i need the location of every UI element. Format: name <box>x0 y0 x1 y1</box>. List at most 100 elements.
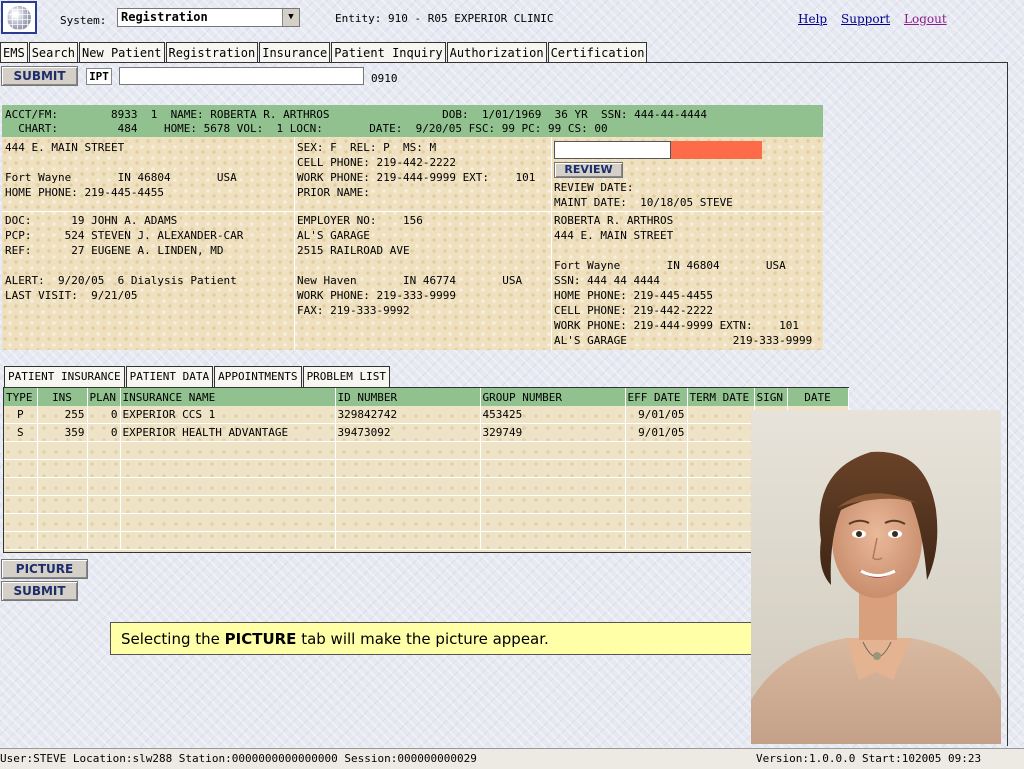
empty-cell <box>687 459 755 478</box>
col-plan: PLAN <box>87 388 121 406</box>
ipt-input[interactable] <box>119 67 364 85</box>
system-select[interactable]: Registration ▼ <box>117 8 300 27</box>
main-tabs: EMS Search New Patient Registration Insu… <box>0 42 648 62</box>
tab-problem-list[interactable]: PROBLEM LIST <box>302 366 391 387</box>
empty-cell <box>4 441 38 460</box>
empty-cell <box>480 495 626 514</box>
globe-icon <box>7 6 31 30</box>
empty-cell <box>625 459 688 478</box>
insurance-body: P 255 0 EXPERIOR CCS 1 329842742 453425 … <box>4 406 849 550</box>
cell-insurance-name: EXPERIOR CCS 1 <box>120 406 336 424</box>
submit-button-top[interactable]: SUBMIT <box>1 66 78 86</box>
empty-cell <box>335 459 481 478</box>
app-logo <box>1 1 37 34</box>
tab-insurance[interactable]: Insurance <box>259 42 331 62</box>
ipt-label: IPT <box>86 68 112 85</box>
empty-cell <box>335 531 481 550</box>
empty-cell <box>37 495 88 514</box>
support-link[interactable]: Support <box>841 12 890 26</box>
tab-authorization[interactable]: Authorization <box>446 42 547 62</box>
col-id-number: ID NUMBER <box>335 388 481 406</box>
cell-eff-date: 9/01/05 <box>625 423 688 442</box>
cell-eff-date: 9/01/05 <box>625 406 688 424</box>
employer-name: AL'S GARAGE <box>297 229 370 242</box>
submit-button-bottom[interactable]: SUBMIT <box>1 581 78 601</box>
empty-cell <box>87 513 121 532</box>
empty-cell <box>335 477 481 496</box>
cell-term-date <box>687 406 755 424</box>
guarantor-employer: AL'S GARAGE 219-333-9999 <box>554 334 813 347</box>
empty-cell <box>625 513 688 532</box>
employer-city: New Haven IN 46774 USA <box>297 274 523 287</box>
cell-term-date <box>687 423 755 442</box>
empty-cell <box>37 513 88 532</box>
tab-registration[interactable]: Registration <box>165 42 259 62</box>
facility-code: 0910 <box>371 72 398 85</box>
referring-line: REF: 27 EUGENE A. LINDEN, MD <box>5 244 224 257</box>
empty-cell <box>625 495 688 514</box>
patient-home-phone: HOME PHONE: 219-445-4455 <box>5 186 164 199</box>
tab-search[interactable]: Search <box>28 42 79 62</box>
col-ins: INS <box>37 388 88 406</box>
review-input[interactable] <box>554 141 671 159</box>
instruction-callout: Selecting the PICTURE tab will make the … <box>110 622 777 655</box>
col-type: TYPE <box>4 388 38 406</box>
cell-group-number: 329749 <box>480 423 626 442</box>
patient-subtabs: PATIENT INSURANCE PATIENT DATA APPOINTME… <box>4 366 391 387</box>
cell-group-number: 453425 <box>480 406 626 424</box>
review-button[interactable]: REVIEW <box>554 162 623 178</box>
empty-cell <box>480 531 626 550</box>
system-select-value: Registration <box>121 10 208 24</box>
empty-cell <box>335 441 481 460</box>
empty-cell <box>37 459 88 478</box>
empty-cell <box>37 477 88 496</box>
help-link[interactable]: Help <box>798 12 827 26</box>
patient-photo <box>751 410 1001 744</box>
empty-cell <box>87 495 121 514</box>
patient-portrait-image <box>751 451 1001 744</box>
table-row-empty <box>4 477 849 496</box>
empty-cell <box>625 441 688 460</box>
empty-cell <box>335 513 481 532</box>
insurance-header-row: TYPE INS PLAN INSURANCE NAME ID NUMBER G… <box>4 388 849 406</box>
guarantor-work-phone: WORK PHONE: 219-444-9999 EXTN: 101 <box>554 319 800 332</box>
employer-work-phone: WORK PHONE: 219-333-9999 <box>297 289 456 302</box>
card-divider <box>551 137 552 350</box>
col-sign: SIGN <box>754 388 788 406</box>
employer-number: EMPLOYER NO: 156 <box>297 214 423 227</box>
table-row-empty <box>4 531 849 550</box>
version-info: Version:1.0.0.0 Start:102005 09:23 <box>756 752 982 765</box>
empty-cell <box>687 441 755 460</box>
callout-suffix: tab will make the picture appear. <box>296 630 549 648</box>
empty-cell <box>625 531 688 550</box>
empty-cell <box>4 495 38 514</box>
patient-header-line-2: CHART: 484 HOME: 5678 VOL: 1 LOCN: DATE:… <box>5 122 608 135</box>
card-divider <box>2 211 823 212</box>
last-visit-line: LAST VISIT: 9/21/05 <box>5 289 138 302</box>
empty-cell <box>4 477 38 496</box>
callout-prefix: Selecting the <box>121 630 225 648</box>
cell-ins: 255 <box>37 406 88 424</box>
empty-cell <box>480 477 626 496</box>
empty-cell <box>87 531 121 550</box>
dropdown-arrow-icon[interactable]: ▼ <box>282 9 299 26</box>
tab-patient-inquiry[interactable]: Patient Inquiry <box>331 42 446 62</box>
patient-cell-phone: CELL PHONE: 219-442-2222 <box>297 156 456 169</box>
col-group-number: GROUP NUMBER <box>480 388 626 406</box>
logout-link[interactable]: Logout <box>904 12 947 26</box>
insurance-table: TYPE INS PLAN INSURANCE NAME ID NUMBER G… <box>4 388 849 550</box>
callout-bold: PICTURE <box>224 630 297 648</box>
picture-button[interactable]: PICTURE <box>1 559 88 579</box>
tab-new-patient[interactable]: New Patient <box>79 42 165 62</box>
tab-patient-insurance[interactable]: PATIENT INSURANCE <box>4 366 125 387</box>
tab-ems[interactable]: EMS <box>0 42 28 62</box>
empty-cell <box>120 495 336 514</box>
tab-appointments[interactable]: APPOINTMENTS <box>214 366 302 387</box>
table-row[interactable]: P 255 0 EXPERIOR CCS 1 329842742 453425 … <box>4 406 849 424</box>
empty-cell <box>480 513 626 532</box>
empty-cell <box>120 441 336 460</box>
table-row[interactable]: S 359 0 EXPERIOR HEALTH ADVANTAGE 394730… <box>4 423 849 442</box>
tab-patient-data[interactable]: PATIENT DATA <box>125 366 214 387</box>
tab-certification[interactable]: Certification <box>547 42 648 62</box>
card-divider <box>294 137 295 350</box>
